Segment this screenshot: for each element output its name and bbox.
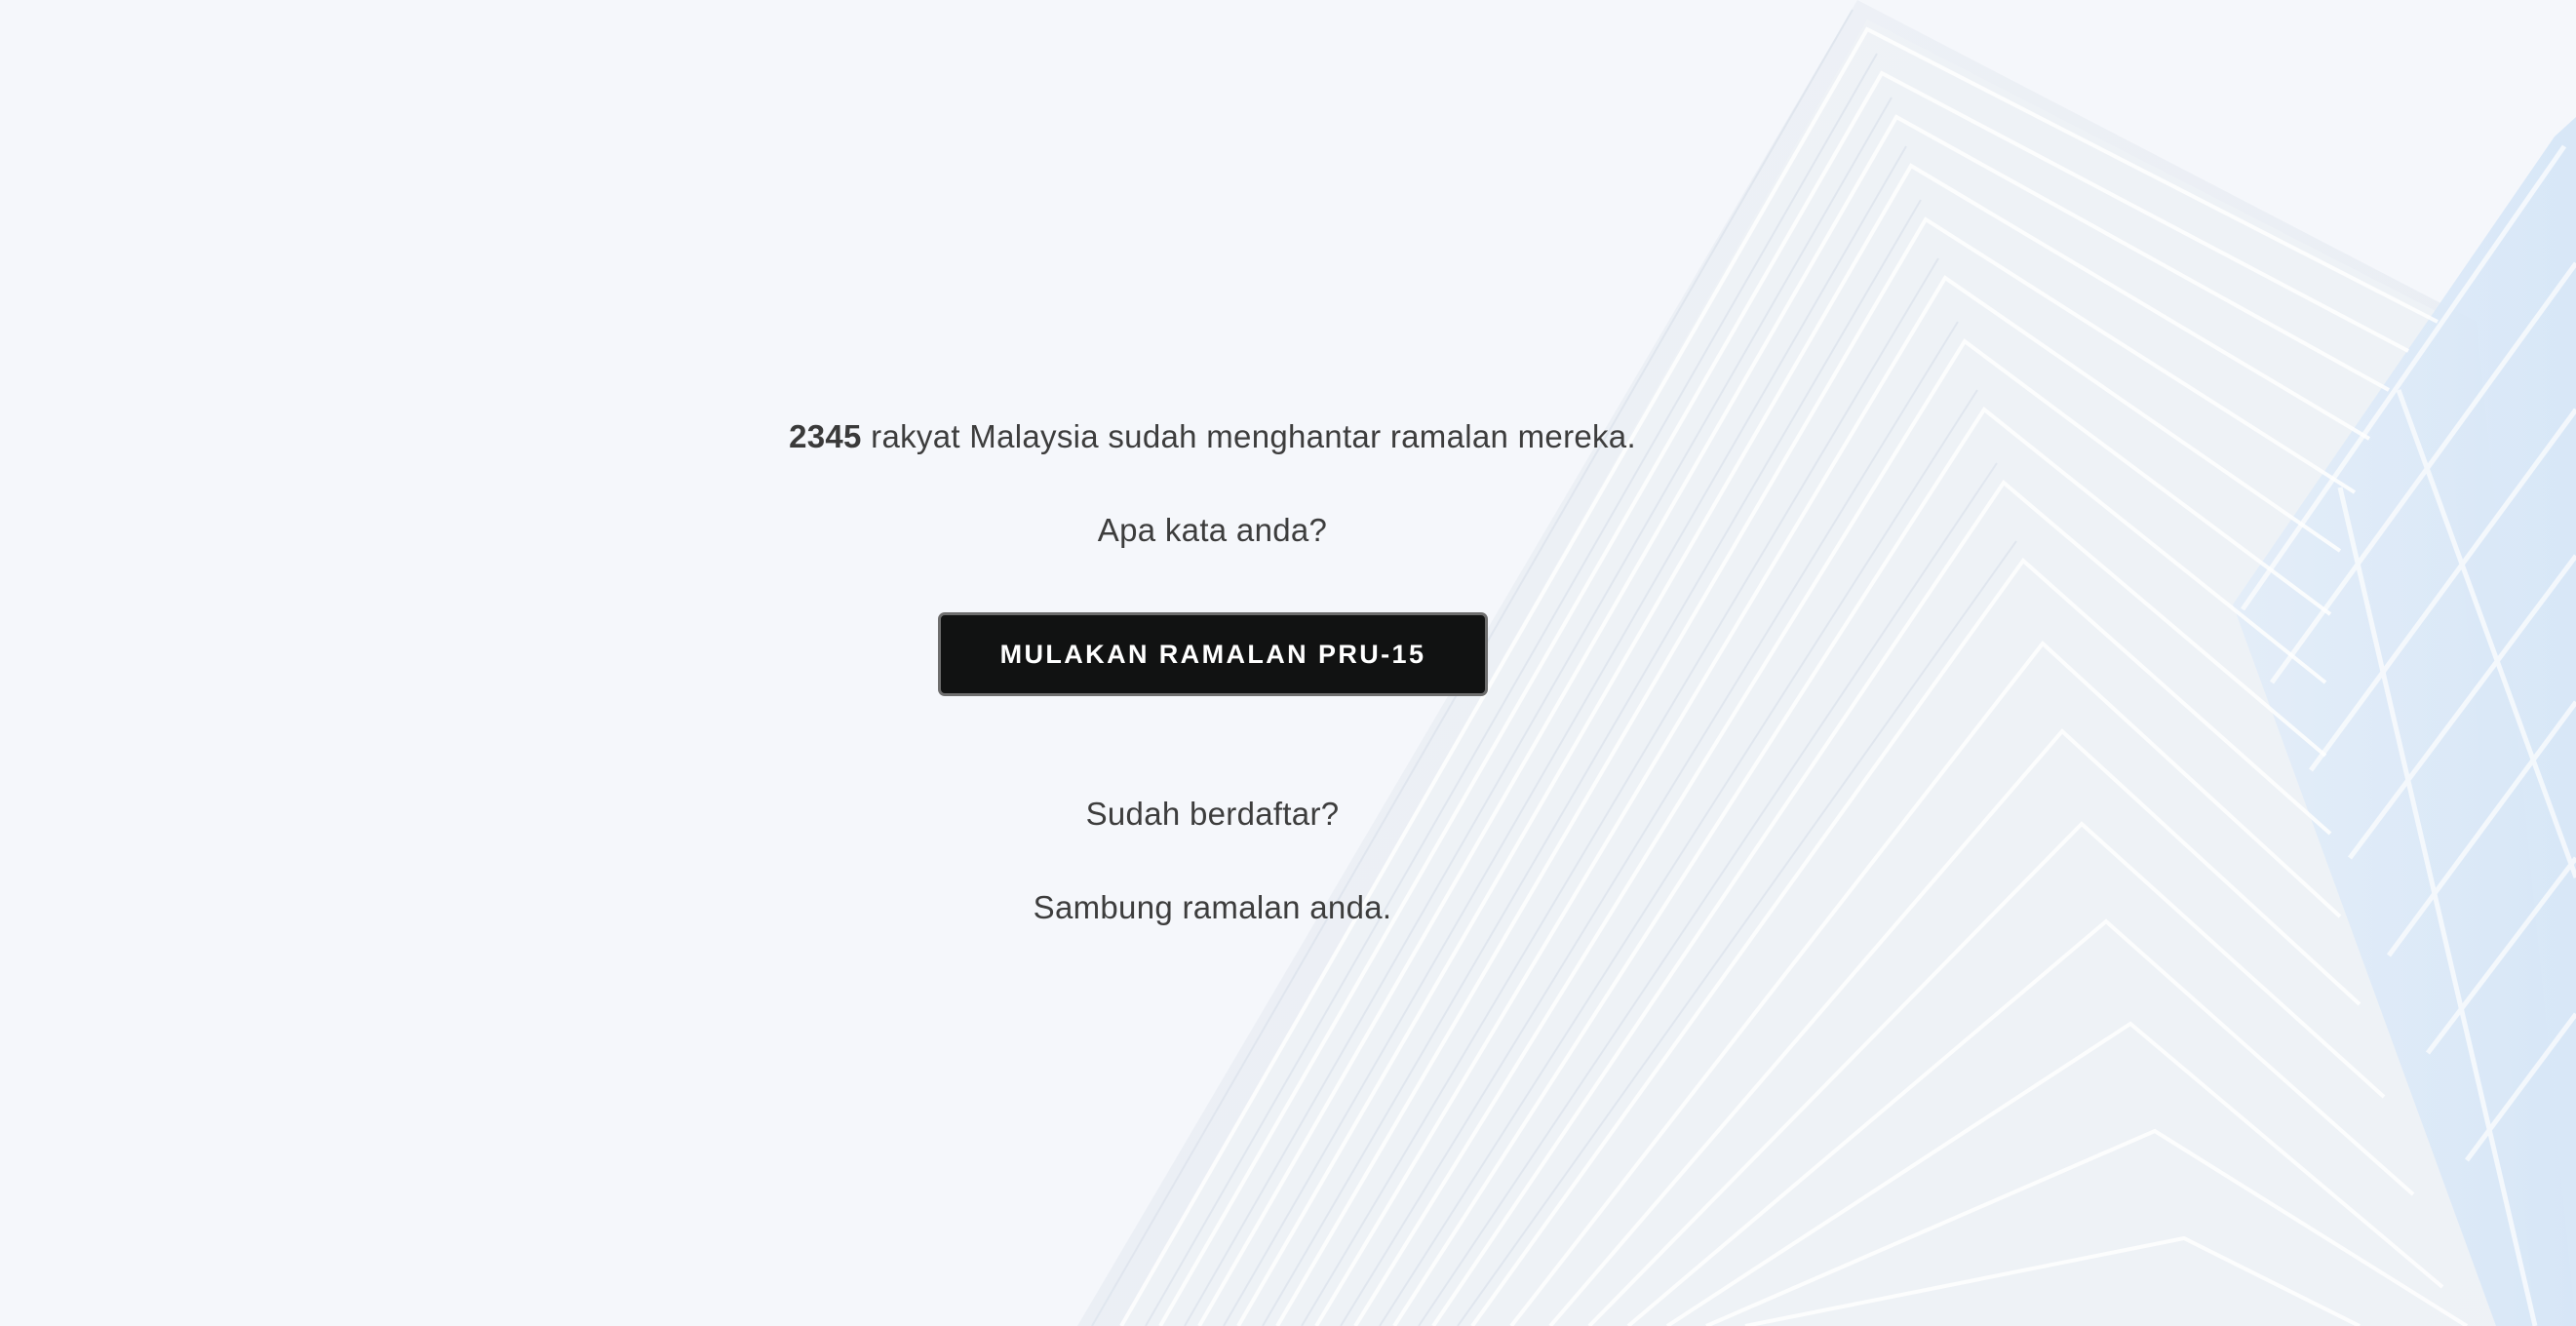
submission-count: 2345 [789,418,862,454]
already-registered-text: Sudah berdaftar? [1085,796,1340,832]
main-content: 2345 rakyat Malaysia sudah menghantar ra… [0,0,2425,1326]
submission-count-suffix: rakyat Malaysia sudah menghantar ramalan… [861,418,1636,454]
submission-count-text: 2345 rakyat Malaysia sudah menghantar ra… [0,417,2425,456]
prompt-question: Apa kata anda? [1097,512,1328,548]
landing-page: 2345 rakyat Malaysia sudah menghantar ra… [0,0,2576,1326]
start-prediction-button[interactable]: MULAKAN RAMALAN PRU-15 [938,612,1488,696]
start-prediction-button-label: MULAKAN RAMALAN PRU-15 [999,639,1426,669]
continue-prediction-link[interactable]: Sambung ramalan anda. [0,888,2425,927]
